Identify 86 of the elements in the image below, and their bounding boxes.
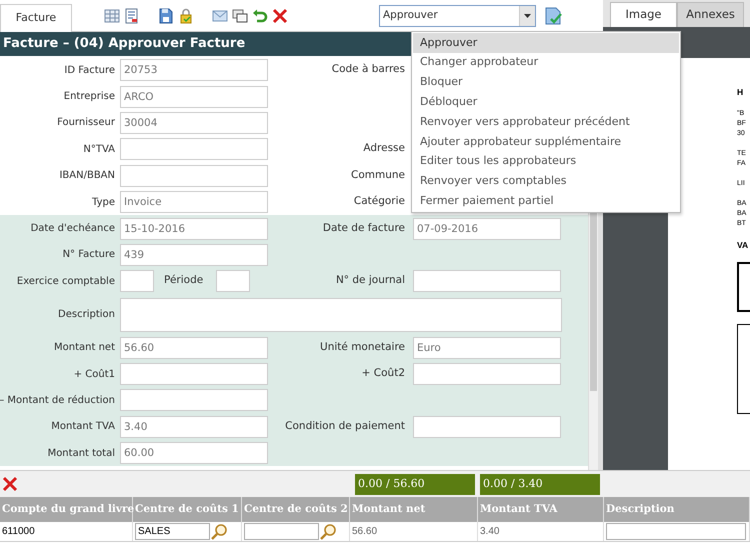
field-label: ID Facture: [63, 64, 115, 78]
menu-item[interactable]: Débloquer: [413, 92, 679, 112]
input-field[interactable]: 60.00: [120, 442, 268, 464]
field-label: Commune: [350, 168, 406, 183]
menu-item[interactable]: Renvoyer vers comptables: [413, 172, 679, 192]
copy-icon[interactable]: [232, 8, 248, 24]
field-label: Adresse: [362, 141, 406, 156]
field-label: Date d'echéance: [30, 222, 115, 236]
input-field[interactable]: [413, 270, 561, 292]
field-label: Exercice comptable: [16, 274, 115, 289]
field-label: Type: [91, 196, 115, 210]
menu-item[interactable]: Ajouter approbateur supplémentaire: [413, 132, 679, 152]
preview-tab[interactable]: Annexes: [677, 2, 744, 27]
column-header: Compte du grand livre: [0, 497, 133, 522]
input-field[interactable]: 20753: [120, 59, 268, 82]
input-field[interactable]: 15-10-2016: [120, 218, 268, 240]
search-icon[interactable]: [320, 524, 336, 540]
input-field[interactable]: 07-09-2016: [413, 218, 561, 240]
input-field[interactable]: [120, 138, 268, 160]
search-icon[interactable]: [211, 524, 227, 540]
field-label: + Coût2: [360, 366, 406, 382]
input-field[interactable]: [606, 523, 746, 540]
menu-item[interactable]: Bloquer: [413, 72, 679, 92]
textarea-field[interactable]: [120, 298, 562, 332]
delete-icon[interactable]: [272, 8, 288, 24]
field-label: N° Facture: [62, 248, 115, 262]
menu-item[interactable]: Approuver: [413, 33, 679, 53]
table-cell-text: 56.60: [352, 525, 378, 539]
action-select[interactable]: Approuver: [379, 4, 536, 26]
input-field[interactable]: [120, 363, 268, 386]
field-label: + Coût1: [72, 368, 115, 382]
field-label: Montant net: [53, 341, 115, 356]
form-tab[interactable]: Facture: [0, 4, 72, 32]
input-field[interactable]: 439: [120, 244, 268, 266]
table-cell-text: 3.40: [480, 525, 500, 539]
table-cell-text: 611000: [2, 525, 35, 539]
input-field[interactable]: [120, 164, 268, 187]
field-label: Date de facture: [322, 220, 406, 236]
field-label: Condition de paiement: [284, 419, 406, 434]
preview-tab[interactable]: Image: [610, 2, 677, 27]
input-field[interactable]: [120, 389, 268, 412]
input-field[interactable]: [413, 363, 561, 386]
input-field[interactable]: 30004: [120, 112, 268, 134]
total-badge: 0.00 / 3.40: [480, 474, 600, 494]
delete-icon[interactable]: [2, 476, 18, 492]
field-label: Code à barres: [330, 62, 406, 78]
column-header: Montant net: [350, 497, 478, 522]
lock-icon[interactable]: [178, 8, 194, 24]
input-field[interactable]: Euro: [413, 336, 561, 359]
caret-icon: [523, 12, 532, 18]
input-field[interactable]: 3.40: [120, 416, 268, 438]
input-field[interactable]: SALES: [135, 523, 210, 540]
document-icon[interactable]: [124, 8, 140, 24]
field-label: Unité monetaire: [319, 340, 406, 355]
column-header: Montant TVA: [478, 497, 604, 522]
total-badge: 0.00 / 56.60: [355, 474, 475, 494]
input-field[interactable]: ARCO: [120, 86, 268, 108]
menu-item[interactable]: Fermer paiement partiel: [413, 191, 679, 212]
input-field[interactable]: [413, 416, 561, 438]
menu-item[interactable]: Editer tous les approbateurs: [413, 152, 679, 172]
approve-icon[interactable]: [544, 6, 562, 24]
undo-icon[interactable]: [252, 8, 268, 24]
document-text: VA: [737, 239, 750, 252]
field-label: – Montant de réduction: [0, 394, 115, 408]
input-field[interactable]: [216, 270, 250, 292]
field-label: Description: [57, 308, 115, 322]
field-label: N° de journal: [334, 273, 406, 288]
grid-icon[interactable]: [104, 8, 120, 24]
field-label: IBAN/BBAN: [58, 169, 115, 184]
column-header: Centre de coûts 1: [133, 497, 242, 522]
field-label: Catégorie: [352, 194, 406, 210]
field-label: Période: [163, 273, 204, 288]
menu-item[interactable]: Renvoyer vers approbateur précédent: [413, 112, 679, 132]
input-field[interactable]: 56.60: [120, 336, 268, 359]
field-label: N°TVA: [82, 142, 115, 157]
field-label: Fournisseur: [56, 116, 115, 130]
field-label: Montant TVA: [50, 420, 115, 434]
column-header: Description: [604, 497, 750, 522]
document-text: H: [737, 86, 744, 99]
save-icon[interactable]: [158, 8, 174, 24]
input-field[interactable]: [244, 523, 319, 540]
field-label: Montant total: [46, 446, 115, 461]
column-header: Centre de coûts 2: [242, 497, 350, 522]
field-label: Entreprise: [62, 90, 115, 104]
input-field[interactable]: Invoice: [120, 191, 268, 214]
input-field[interactable]: [120, 270, 154, 292]
